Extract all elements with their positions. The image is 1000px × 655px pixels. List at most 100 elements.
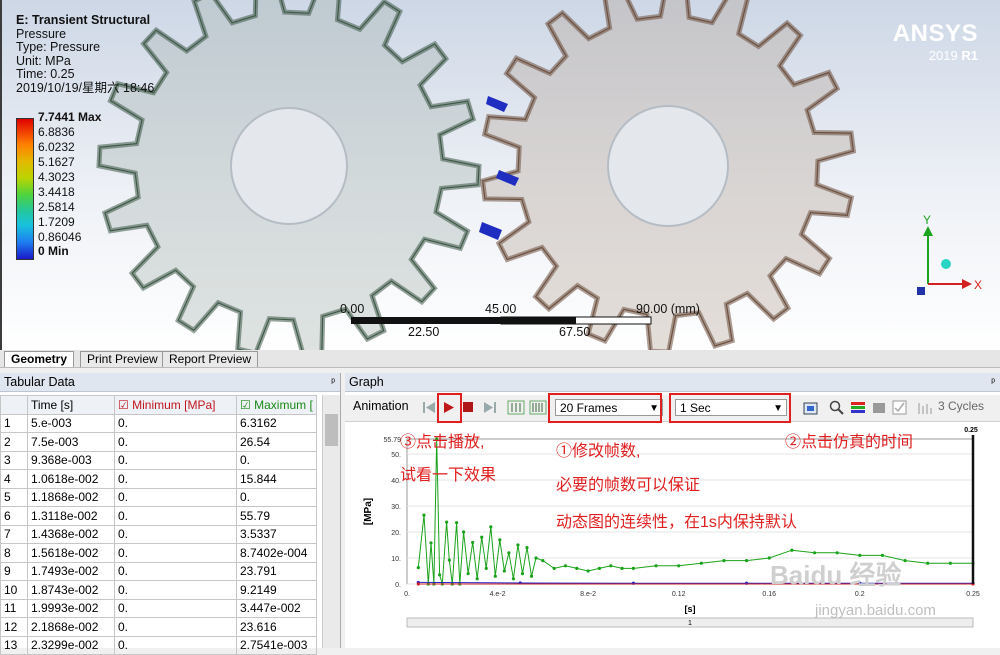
data-point [597,566,602,571]
tabular-scrollbar[interactable] [322,395,340,648]
cell-time: 1.5618e-002 [27,543,115,563]
tabular-data-panel: Tabular Data ᵖ Time [s] ☑ Minimum [MPa] … [0,373,341,655]
scrollbar-thumb[interactable] [325,414,338,446]
legend-value: 1.7209 [38,215,75,229]
ruler-label: 67.50 [559,325,591,339]
result-info: E: Transient Structural Pressure Type: P… [16,13,154,96]
row-index: 10 [0,580,28,600]
cursor-label: 0.25 [964,427,978,434]
data-point [722,559,726,563]
analysis-title: E: Transient Structural [16,13,151,27]
column-header-time[interactable]: Time [s] [27,395,115,415]
data-point [631,566,635,571]
cell-minimum: 0. [114,580,237,600]
axis-triad [917,226,972,295]
cell-time: 1.7493e-002 [27,561,115,581]
data-point [516,543,520,547]
data-point [812,551,817,555]
distributed-frames-icon[interactable] [507,400,525,415]
data-point [529,574,534,578]
result-sets-icon[interactable] [529,400,547,415]
ruler-label: 45.00 [485,302,517,316]
ansys-logo: ANSYS 2019 R1 [893,20,978,63]
table-row[interactable]: 2 7.5e-003 0. 26.54 [0,432,317,452]
y-max-label: 55.79 [383,437,401,444]
data-point [480,535,484,539]
legend-toggle-icon[interactable] [871,400,887,416]
data-point [445,520,449,524]
row-index-header [0,395,28,415]
table-row[interactable]: 12 2.1868e-002 0. 23.616 [0,617,317,637]
x-axis-label: [s] [685,604,696,614]
checkbox-icon[interactable]: ☑ [240,398,251,412]
cycles-label[interactable]: 3 Cycles [938,399,984,413]
cell-minimum: 0. [114,506,237,526]
cell-time: 1.1868e-002 [27,487,115,507]
annotation-frames: ①修改帧数, [556,443,641,460]
pin-icon[interactable]: ᵖ [991,373,995,392]
table-row[interactable]: 10 1.8743e-002 0. 9.2149 [0,580,317,600]
data-point [620,566,624,571]
table-row[interactable]: 13 2.3299e-002 0. 2.7541e-003 [0,635,317,655]
animation-label: Animation [353,399,409,413]
cell-minimum: 0. [114,413,237,433]
geometry-viewport[interactable]: E: Transient Structural Pressure Type: P… [0,0,1000,352]
data-point [475,577,479,581]
cell-time: 2.3299e-002 [27,635,115,655]
result-unit: Unit: MPa [16,53,71,68]
data-point [454,521,459,525]
table-row[interactable]: 7 1.4368e-002 0. 3.5337 [0,524,317,544]
table-row[interactable]: 3 9.368e-003 0. 0. [0,450,317,470]
table-row[interactable]: 6 1.3118e-002 0. 55.79 [0,506,317,526]
table-row[interactable]: 1 5.e-003 0. 6.3162 [0,413,317,433]
color-grid-icon[interactable] [850,400,866,416]
table-row[interactable]: 9 1.7493e-002 0. 23.791 [0,561,317,581]
pin-icon[interactable]: ᵖ [331,373,335,392]
table-row[interactable]: 11 1.9993e-002 0. 3.447e-002 [0,598,317,618]
legend-value: 6.8836 [38,125,75,139]
row-index: 9 [0,561,28,581]
cell-maximum: 8.7402e-004 [236,543,317,563]
play-highlight-box [437,393,462,423]
checkbox-icon[interactable] [892,400,908,416]
x-tick-label: 0.16 [762,591,776,598]
cell-maximum: 3.447e-002 [236,598,317,618]
cell-time: 1.9993e-002 [27,598,115,618]
next-frame-icon[interactable] [483,401,497,414]
cell-time: 1.3118e-002 [27,506,115,526]
data-point [493,574,497,578]
table-row[interactable]: 8 1.5618e-002 0. 8.7402e-004 [0,543,317,563]
data-point [416,582,420,586]
legend-value: 5.1627 [38,155,75,169]
stop-icon[interactable] [463,402,474,413]
previous-frame-icon[interactable] [422,401,436,414]
data-point [609,564,613,568]
table-row[interactable]: 5 1.1868e-002 0. 0. [0,487,317,507]
data-point [541,559,545,563]
result-type: Type: Pressure [16,40,101,55]
tabular-table: Time [s] ☑ Minimum [MPa] ☑ Maximum [ 1 5.… [0,395,317,655]
column-header-maximum[interactable]: ☑ Maximum [ [236,395,317,415]
graph-header: Graph ᵖ [345,373,1000,392]
export-video-icon[interactable] [803,400,821,416]
cycles-icon[interactable] [917,400,933,416]
legend-color-bar [16,118,34,260]
cell-maximum: 23.791 [236,561,317,581]
data-point [575,566,579,571]
graph-title: Graph [349,375,384,389]
data-point [790,548,794,552]
data-point [471,540,475,545]
cell-minimum: 0. [114,524,237,544]
legend-value: 2.5814 [38,200,75,214]
checkbox-icon[interactable]: ☑ [118,398,129,412]
row-index: 3 [0,450,28,470]
column-header-minimum[interactable]: ☑ Minimum [MPa] [114,395,237,415]
tab-geometry[interactable]: Geometry [4,351,75,367]
table-row[interactable]: 4 1.0618e-002 0. 15.844 [0,469,317,489]
zoom-icon[interactable] [829,400,845,416]
cell-maximum: 55.79 [236,506,317,526]
tab-report-preview[interactable]: Report Preview [162,351,259,367]
tab-print-preview[interactable]: Print Preview [80,351,165,367]
y-tick-label: 10. [391,556,401,563]
data-point [677,564,681,568]
